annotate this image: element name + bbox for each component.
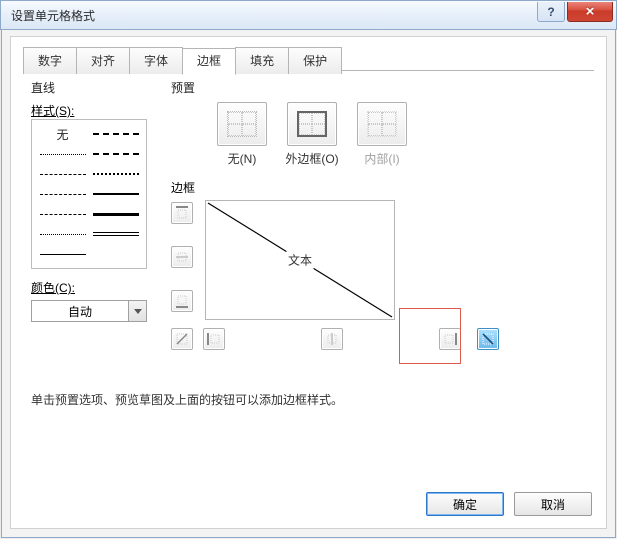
color-combobox-value: 自动 xyxy=(32,301,128,321)
chevron-down-icon[interactable] xyxy=(128,301,146,321)
border-horizontal-middle-icon xyxy=(175,250,189,264)
preset-outline[interactable]: 外边框(O) xyxy=(283,102,341,167)
preset-row: 无(N) 外边框(O) 内部(I) xyxy=(213,102,586,167)
color-combobox[interactable]: 自动 xyxy=(31,300,147,322)
tab-protect[interactable]: 保护 xyxy=(288,47,342,74)
dialog-inner: 数字 对齐 字体 边框 填充 保护 直线 样式(S): 无 xyxy=(10,36,607,529)
border-diagonal-down-icon xyxy=(481,332,495,346)
preset-inside[interactable]: 内部(I) xyxy=(353,102,411,167)
help-button[interactable]: ? xyxy=(537,2,565,22)
border-preview-text: 文本 xyxy=(286,252,314,269)
border-heading: 边框 xyxy=(171,179,586,196)
dialog-body: 数字 对齐 字体 边框 填充 保护 直线 样式(S): 无 xyxy=(1,30,616,538)
preset-outline-button[interactable] xyxy=(287,102,337,146)
line-style-option[interactable] xyxy=(89,185,142,203)
border-diagonal-up-button[interactable] xyxy=(171,328,193,350)
ok-button[interactable]: 确定 xyxy=(426,492,504,516)
tab-strip: 数字 对齐 字体 边框 填充 保护 xyxy=(23,47,341,74)
tab-fill[interactable]: 填充 xyxy=(235,47,289,74)
cancel-button[interactable]: 取消 xyxy=(514,492,592,516)
line-style-option[interactable] xyxy=(89,125,142,143)
border-horizontal-middle-button[interactable] xyxy=(171,246,193,268)
border-top-icon xyxy=(175,206,189,220)
tab-border[interactable]: 边框 xyxy=(182,48,236,75)
border-vertical-controls xyxy=(171,202,193,312)
titlebar: 设置单元格格式 ? × xyxy=(0,0,617,30)
tab-align[interactable]: 对齐 xyxy=(76,47,130,74)
tab-number[interactable]: 数字 xyxy=(23,47,77,74)
close-button[interactable]: × xyxy=(567,2,613,22)
border-vertical-middle-icon xyxy=(325,332,339,346)
line-style-option[interactable] xyxy=(36,205,89,223)
preset-inside-label: 内部(I) xyxy=(364,150,399,167)
line-heading: 直线 xyxy=(31,79,161,96)
border-top-button[interactable] xyxy=(171,202,193,224)
titlebar-controls: ? × xyxy=(537,2,615,22)
preset-none-icon xyxy=(227,111,257,137)
border-bottom-icon xyxy=(175,294,189,308)
style-label: 样式(S): xyxy=(31,102,161,119)
line-style-option[interactable] xyxy=(36,145,89,163)
tab-font[interactable]: 字体 xyxy=(129,47,183,74)
border-diagonal-up-icon xyxy=(175,332,189,346)
dialog-footer: 确定 取消 xyxy=(426,492,592,516)
border-preview[interactable]: 文本 xyxy=(205,200,395,320)
hint-text: 单击预置选项、预览草图及上面的按钮可以添加边框样式。 xyxy=(31,391,343,408)
line-style-option[interactable] xyxy=(89,225,142,243)
line-style-option[interactable] xyxy=(89,245,142,263)
preset-none-label: 无(N) xyxy=(228,150,257,167)
color-label-text: 颜色(C): xyxy=(31,281,75,295)
window-title: 设置单元格格式 xyxy=(11,7,95,24)
line-style-option[interactable] xyxy=(36,165,89,183)
line-style-option[interactable] xyxy=(89,145,142,163)
preset-inside-button[interactable] xyxy=(357,102,407,146)
preset-none[interactable]: 无(N) xyxy=(213,102,271,167)
tab-content-border: 直线 样式(S): 无 xyxy=(23,70,594,480)
border-area: 文本 xyxy=(171,200,586,355)
border-right-icon xyxy=(443,332,457,346)
border-right-button[interactable] xyxy=(439,328,461,350)
line-style-option[interactable] xyxy=(89,205,142,223)
border-left-button[interactable] xyxy=(203,328,225,350)
line-style-listbox[interactable]: 无 xyxy=(31,119,147,269)
color-label: 颜色(C): xyxy=(31,279,161,296)
line-style-option[interactable] xyxy=(89,165,142,183)
border-diagonal-down-button[interactable] xyxy=(477,328,499,350)
preset-outline-icon xyxy=(297,111,327,137)
style-label-text: 样式(S): xyxy=(31,104,74,118)
line-panel: 直线 样式(S): 无 xyxy=(31,79,161,322)
line-style-option[interactable] xyxy=(36,245,89,263)
line-style-none[interactable]: 无 xyxy=(36,125,89,143)
line-style-none-label: 无 xyxy=(56,126,68,143)
preset-inside-icon xyxy=(367,111,397,137)
line-style-option[interactable] xyxy=(36,185,89,203)
border-left-icon xyxy=(207,332,221,346)
presets-and-border-panel: 预置 无(N) 外边框(O) xyxy=(171,79,586,355)
preset-outline-label: 外边框(O) xyxy=(285,150,338,167)
presets-heading: 预置 xyxy=(171,79,586,96)
border-bottom-button[interactable] xyxy=(171,290,193,312)
line-style-option[interactable] xyxy=(36,225,89,243)
border-horizontal-controls xyxy=(171,328,509,350)
preset-none-button[interactable] xyxy=(217,102,267,146)
border-vertical-middle-button[interactable] xyxy=(321,328,343,350)
